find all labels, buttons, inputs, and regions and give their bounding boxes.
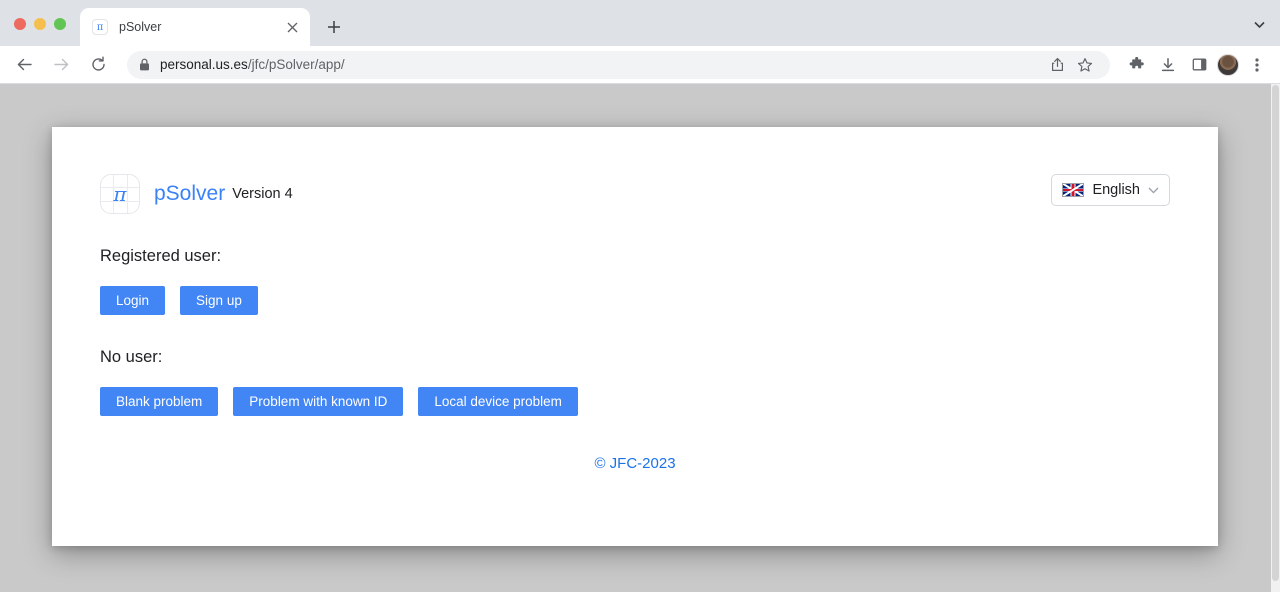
tab-strip: π pSolver — [0, 0, 1280, 46]
app-version: Version 4 — [232, 186, 293, 202]
url-text: personal.us.es/jfc/pSolver/app/ — [160, 57, 345, 72]
footer-copyright[interactable]: © JFC-2023 — [52, 455, 1218, 472]
no-user-actions: Blank problem Problem with known ID Loca… — [100, 387, 1170, 416]
close-window-button[interactable] — [14, 18, 26, 30]
sign-up-button[interactable]: Sign up — [180, 286, 258, 315]
new-tab-button[interactable] — [320, 13, 348, 41]
registered-user-actions: Login Sign up — [100, 286, 1170, 315]
omnibox-actions — [1034, 52, 1098, 78]
browser-menu-icon[interactable] — [1244, 52, 1270, 78]
language-label: English — [1092, 182, 1140, 198]
side-panel-icon[interactable] — [1186, 52, 1212, 78]
app-name: pSolver — [154, 182, 226, 205]
page-viewport: π pSolver Version 4 English Registered u… — [0, 84, 1280, 592]
browser-tab-psolver[interactable]: π pSolver — [80, 8, 310, 46]
browser-toolbar: personal.us.es/jfc/pSolver/app/ — [0, 46, 1280, 84]
url-path: /jfc/pSolver/app/ — [247, 57, 345, 72]
logo-glyph: π — [113, 182, 127, 206]
blank-problem-button[interactable]: Blank problem — [100, 387, 219, 416]
back-icon[interactable] — [10, 51, 38, 79]
login-button[interactable]: Login — [100, 286, 166, 315]
registered-user-label: Registered user: — [100, 247, 222, 265]
app-card: π pSolver Version 4 English Registered u… — [52, 127, 1218, 546]
reload-icon[interactable] — [84, 51, 112, 79]
toolbar-right-actions — [1116, 52, 1270, 78]
no-user-label: No user: — [100, 348, 163, 366]
address-bar[interactable]: personal.us.es/jfc/pSolver/app/ — [127, 50, 1110, 79]
problem-with-known-id-button[interactable]: Problem with known ID — [233, 387, 404, 416]
tab-title: pSolver — [119, 20, 162, 34]
profile-avatar[interactable] — [1217, 53, 1239, 76]
psolver-logo-icon: π — [100, 174, 140, 214]
local-device-problem-button[interactable]: Local device problem — [418, 387, 578, 416]
zoom-window-button[interactable] — [54, 18, 66, 30]
downloads-icon[interactable] — [1155, 52, 1181, 78]
tab-search-chevron-icon[interactable] — [1246, 12, 1272, 38]
url-host: personal.us.es — [160, 57, 248, 72]
window-controls — [0, 18, 66, 46]
favicon-glyph: π — [96, 21, 104, 33]
browser-window: π pSolver personal.us.es/jfc/pSolver/app… — [0, 0, 1280, 592]
forward-icon[interactable] — [47, 51, 75, 79]
chevron-down-icon — [1148, 187, 1159, 194]
united-kingdom-flag-icon — [1062, 183, 1085, 197]
scrollbar-thumb[interactable] — [1272, 85, 1279, 581]
lock-icon — [139, 58, 150, 71]
brand: π pSolver Version 4 — [100, 174, 293, 214]
extensions-puzzle-icon[interactable] — [1124, 52, 1150, 78]
share-icon[interactable] — [1044, 52, 1070, 78]
language-selector[interactable]: English — [1051, 174, 1170, 206]
card-header: π pSolver Version 4 English — [100, 174, 1170, 214]
page-scrollbar[interactable] — [1271, 84, 1280, 592]
minimize-window-button[interactable] — [34, 18, 46, 30]
bookmark-star-icon[interactable] — [1072, 52, 1098, 78]
psolver-favicon: π — [92, 19, 108, 35]
close-tab-icon[interactable] — [282, 17, 302, 37]
